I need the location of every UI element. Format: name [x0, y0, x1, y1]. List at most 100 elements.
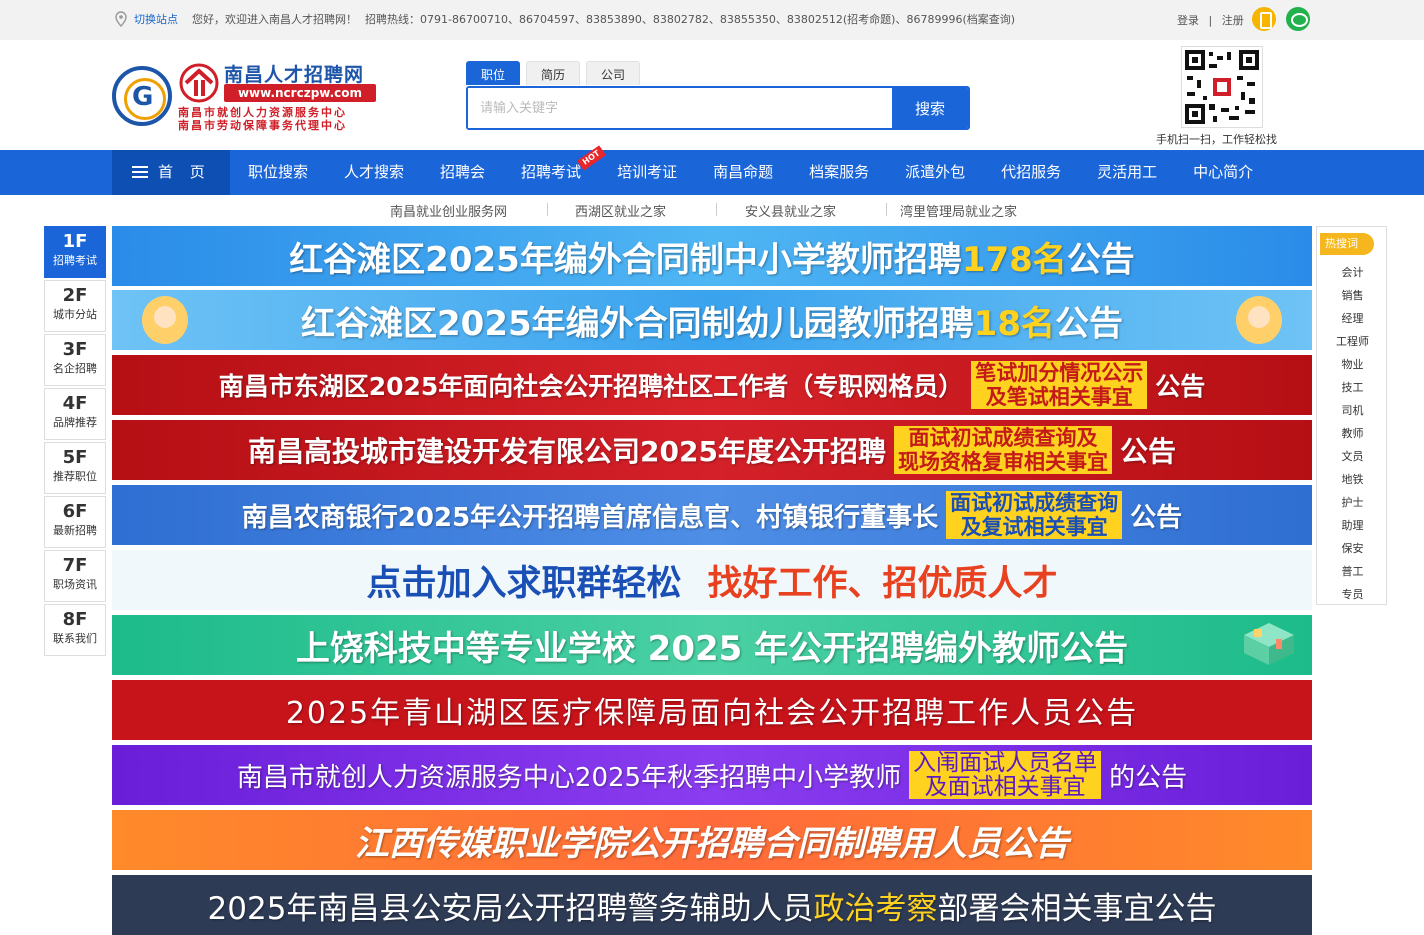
banner-jiuchuang-teachers[interactable]: 南昌市就创人力资源服务中心2025年秋季招聘中小学教师 入闱面试人员名单 及面试相… — [112, 745, 1312, 805]
banner-jiangxi-media-college[interactable]: 江西传媒职业学院公开招聘合同制聘用人员公告 — [112, 810, 1312, 870]
nav-flexible-work[interactable]: 灵活用工 — [1079, 150, 1175, 195]
banner-qingshanhu-medical[interactable]: 2025年青山湖区医疗保障局面向社会公开招聘工作人员公告 — [112, 680, 1312, 740]
floor-number: 8F — [62, 609, 88, 630]
floor-3[interactable]: 3F 名企招聘 — [44, 334, 106, 386]
banner-donghu-community[interactable]: 南昌市东湖区2025年面向社会公开招聘社区工作者（专职网格员） 笔试加分情况公示… — [112, 355, 1312, 415]
banner-honggutan-teachers[interactable]: 红谷滩区2025年编外合同制中小学教师招聘 178名 公告 — [112, 226, 1312, 286]
floor-label: 联系我们 — [53, 632, 97, 645]
isometric-blocks-icon — [1244, 623, 1294, 665]
floor-number: 5F — [62, 447, 88, 468]
sublink-wanli[interactable]: 湾里管理局就业之家 — [900, 201, 1017, 220]
floor-number: 2F — [62, 285, 88, 306]
mobile-phone-icon[interactable] — [1252, 7, 1276, 31]
nav-home-label: 首 页 — [158, 163, 211, 181]
banner-shangrao-school[interactable]: 上饶科技中等专业学校 2025 年公开招聘编外教师公告 — [112, 615, 1312, 675]
sublink-xihu[interactable]: 西湖区就业之家 — [575, 201, 666, 220]
hot-word[interactable]: 教师 — [1317, 422, 1388, 445]
banner-highlight-line: 笔试加分情况公示 — [975, 361, 1144, 385]
banner-text: 南昌市东湖区2025年面向社会公开招聘社区工作者（专职网格员） — [218, 372, 964, 401]
hot-word[interactable]: 技工 — [1317, 376, 1388, 399]
hot-word[interactable]: 销售 — [1317, 284, 1388, 307]
nav-recruitment-exam[interactable]: 招聘考试 HOT — [503, 145, 607, 195]
banner-highlight: 178名 — [961, 239, 1067, 280]
hot-word[interactable]: 经理 — [1317, 307, 1388, 330]
hot-search-title: 热搜词 — [1320, 233, 1374, 255]
hotline-text: 招聘热线：0791-86700710、86704597、83853890、838… — [365, 13, 1016, 26]
logo-emblem[interactable] — [112, 66, 172, 126]
search-input[interactable] — [468, 88, 892, 128]
banner-rural-bank[interactable]: 南昌农商银行2025年公开招聘首席信息官、村镇银行董事长 面试初试成绩查询 及复试… — [112, 485, 1312, 545]
hot-word[interactable]: 会计 — [1317, 261, 1388, 284]
wechat-icon[interactable] — [1286, 7, 1310, 31]
search-tab-company[interactable]: 公司 — [586, 61, 640, 85]
floor-sidebar: 1F 招聘考试 2F 城市分站 3F 名企招聘 4F 品牌推荐 5F 推荐职位 6F 最新招… — [44, 226, 106, 658]
banner-gaotou-city[interactable]: 南昌高投城市建设开发有限公司2025年度公开招聘 面试初试成绩查询及 现场资格复审… — [112, 420, 1312, 480]
banner-highlight-line: 入闱面试人员名单 — [913, 750, 1098, 776]
search-tab-job[interactable]: 职位 — [466, 61, 520, 85]
login-link[interactable]: 登录 — [1177, 14, 1199, 27]
floor-8[interactable]: 8F 联系我们 — [44, 604, 106, 656]
floor-4[interactable]: 4F 品牌推荐 — [44, 388, 106, 440]
nav-dispatch[interactable]: 派遣外包 — [887, 150, 983, 195]
account-separator: | — [1208, 14, 1213, 27]
nav-agency-recruit[interactable]: 代招服务 — [983, 150, 1079, 195]
menu-icon — [132, 166, 148, 178]
nav-home[interactable]: 首 页 — [112, 150, 230, 195]
register-link[interactable]: 注册 — [1222, 14, 1244, 27]
switch-site-link[interactable]: 切换站点 — [134, 11, 178, 27]
brand-url: www.ncrczpw.com — [224, 84, 376, 102]
banner-text: 点击加入求职群轻松 — [366, 563, 682, 604]
nav-talent-search[interactable]: 人才搜索 — [326, 150, 422, 195]
nav-training[interactable]: 培训考证 — [599, 150, 695, 195]
floor-2[interactable]: 2F 城市分站 — [44, 280, 106, 332]
hot-word[interactable]: 助理 — [1317, 514, 1388, 537]
banner-highlight-line: 及复试相关事宜 — [960, 515, 1108, 539]
hot-word[interactable]: 专员 — [1317, 583, 1388, 606]
floor-number: 4F — [62, 393, 88, 414]
banner-text: 2025年青山湖区医疗保障局面向社会公开招聘工作人员公告 — [285, 696, 1139, 731]
floor-6[interactable]: 6F 最新招聘 — [44, 496, 106, 548]
nav-job-fair[interactable]: 招聘会 — [422, 150, 503, 195]
banner-text-suffix: 公告 — [1066, 239, 1135, 280]
floor-1[interactable]: 1F 招聘考试 — [44, 226, 106, 278]
hot-word[interactable]: 普工 — [1317, 560, 1388, 583]
banner-highlight-line: 及面试相关事宜 — [924, 774, 1086, 800]
hot-word[interactable]: 司机 — [1317, 399, 1388, 422]
hot-word[interactable]: 文员 — [1317, 445, 1388, 468]
banner-honggutan-kindergarten[interactable]: 红谷滩区2025年编外合同制幼儿园教师招聘 18名 公告 — [112, 290, 1312, 350]
nav-nanchang-proposition[interactable]: 南昌命题 — [695, 150, 791, 195]
hot-word[interactable]: 地铁 — [1317, 468, 1388, 491]
search-button[interactable]: 搜索 — [892, 88, 968, 128]
top-bar-info: 切换站点 您好，欢迎进入南昌人才招聘网！ 招聘热线：0791-86700710、… — [114, 11, 1015, 27]
hot-word[interactable]: 物业 — [1317, 353, 1388, 376]
hot-search-words: 热搜词 会计 销售 经理 工程师 物业 技工 司机 教师 文员 地铁 护士 助理… — [1316, 226, 1387, 605]
hot-word[interactable]: 工程师 — [1317, 330, 1388, 353]
main-nav: 首 页 职位搜索 人才搜索 招聘会 招聘考试 HOT 培训考证 南昌命题 档案服务… — [0, 145, 1424, 195]
banner-text: 南昌高投城市建设开发有限公司2025年度公开招聘 — [248, 435, 886, 468]
banner-nanchang-police[interactable]: 2025年南昌县公安局公开招聘警务辅助人员 政治考察 部署会相关事宜公告 — [112, 875, 1312, 935]
nav-job-search[interactable]: 职位搜索 — [230, 150, 326, 195]
floor-5[interactable]: 5F 推荐职位 — [44, 442, 106, 494]
nav-archives[interactable]: 档案服务 — [791, 150, 887, 195]
top-bar: 切换站点 您好，欢迎进入南昌人才招聘网！ 招聘热线：0791-86700710、… — [0, 0, 1424, 40]
search-tab-resume[interactable]: 简历 — [526, 61, 580, 85]
brand-subtitle-2: 南昌市劳动保障事务代理中心 — [178, 119, 347, 132]
brand-name[interactable]: 南昌人才招聘网 — [224, 60, 364, 87]
sublink-divider — [716, 203, 717, 216]
floor-7[interactable]: 7F 职场资讯 — [44, 550, 106, 602]
banner-highlight: 政治考察 — [813, 890, 938, 927]
kids-illustration-icon — [1236, 296, 1282, 344]
hot-word[interactable]: 护士 — [1317, 491, 1388, 514]
search-tabs: 职位 简历 公司 — [466, 61, 646, 85]
banner-highlight: 18名 — [973, 303, 1055, 344]
hot-word[interactable]: 保安 — [1317, 537, 1388, 560]
banner-text-suffix: 找好工作、招优质人才 — [707, 563, 1058, 604]
sublink-nanchang-employment[interactable]: 南昌就业创业服务网 — [390, 201, 507, 220]
banner-text: 南昌农商银行2025年公开招聘首席信息官、村镇银行董事长 — [241, 502, 939, 533]
floor-label: 城市分站 — [53, 308, 97, 321]
banner-join-job-group[interactable]: 点击加入求职群轻松 找好工作、招优质人才 — [112, 550, 1312, 610]
sublink-anyi[interactable]: 安义县就业之家 — [745, 201, 836, 220]
banner-text-suffix: 公告 — [1054, 303, 1123, 344]
nav-about[interactable]: 中心简介 — [1175, 150, 1271, 195]
floor-number: 1F — [62, 231, 88, 252]
